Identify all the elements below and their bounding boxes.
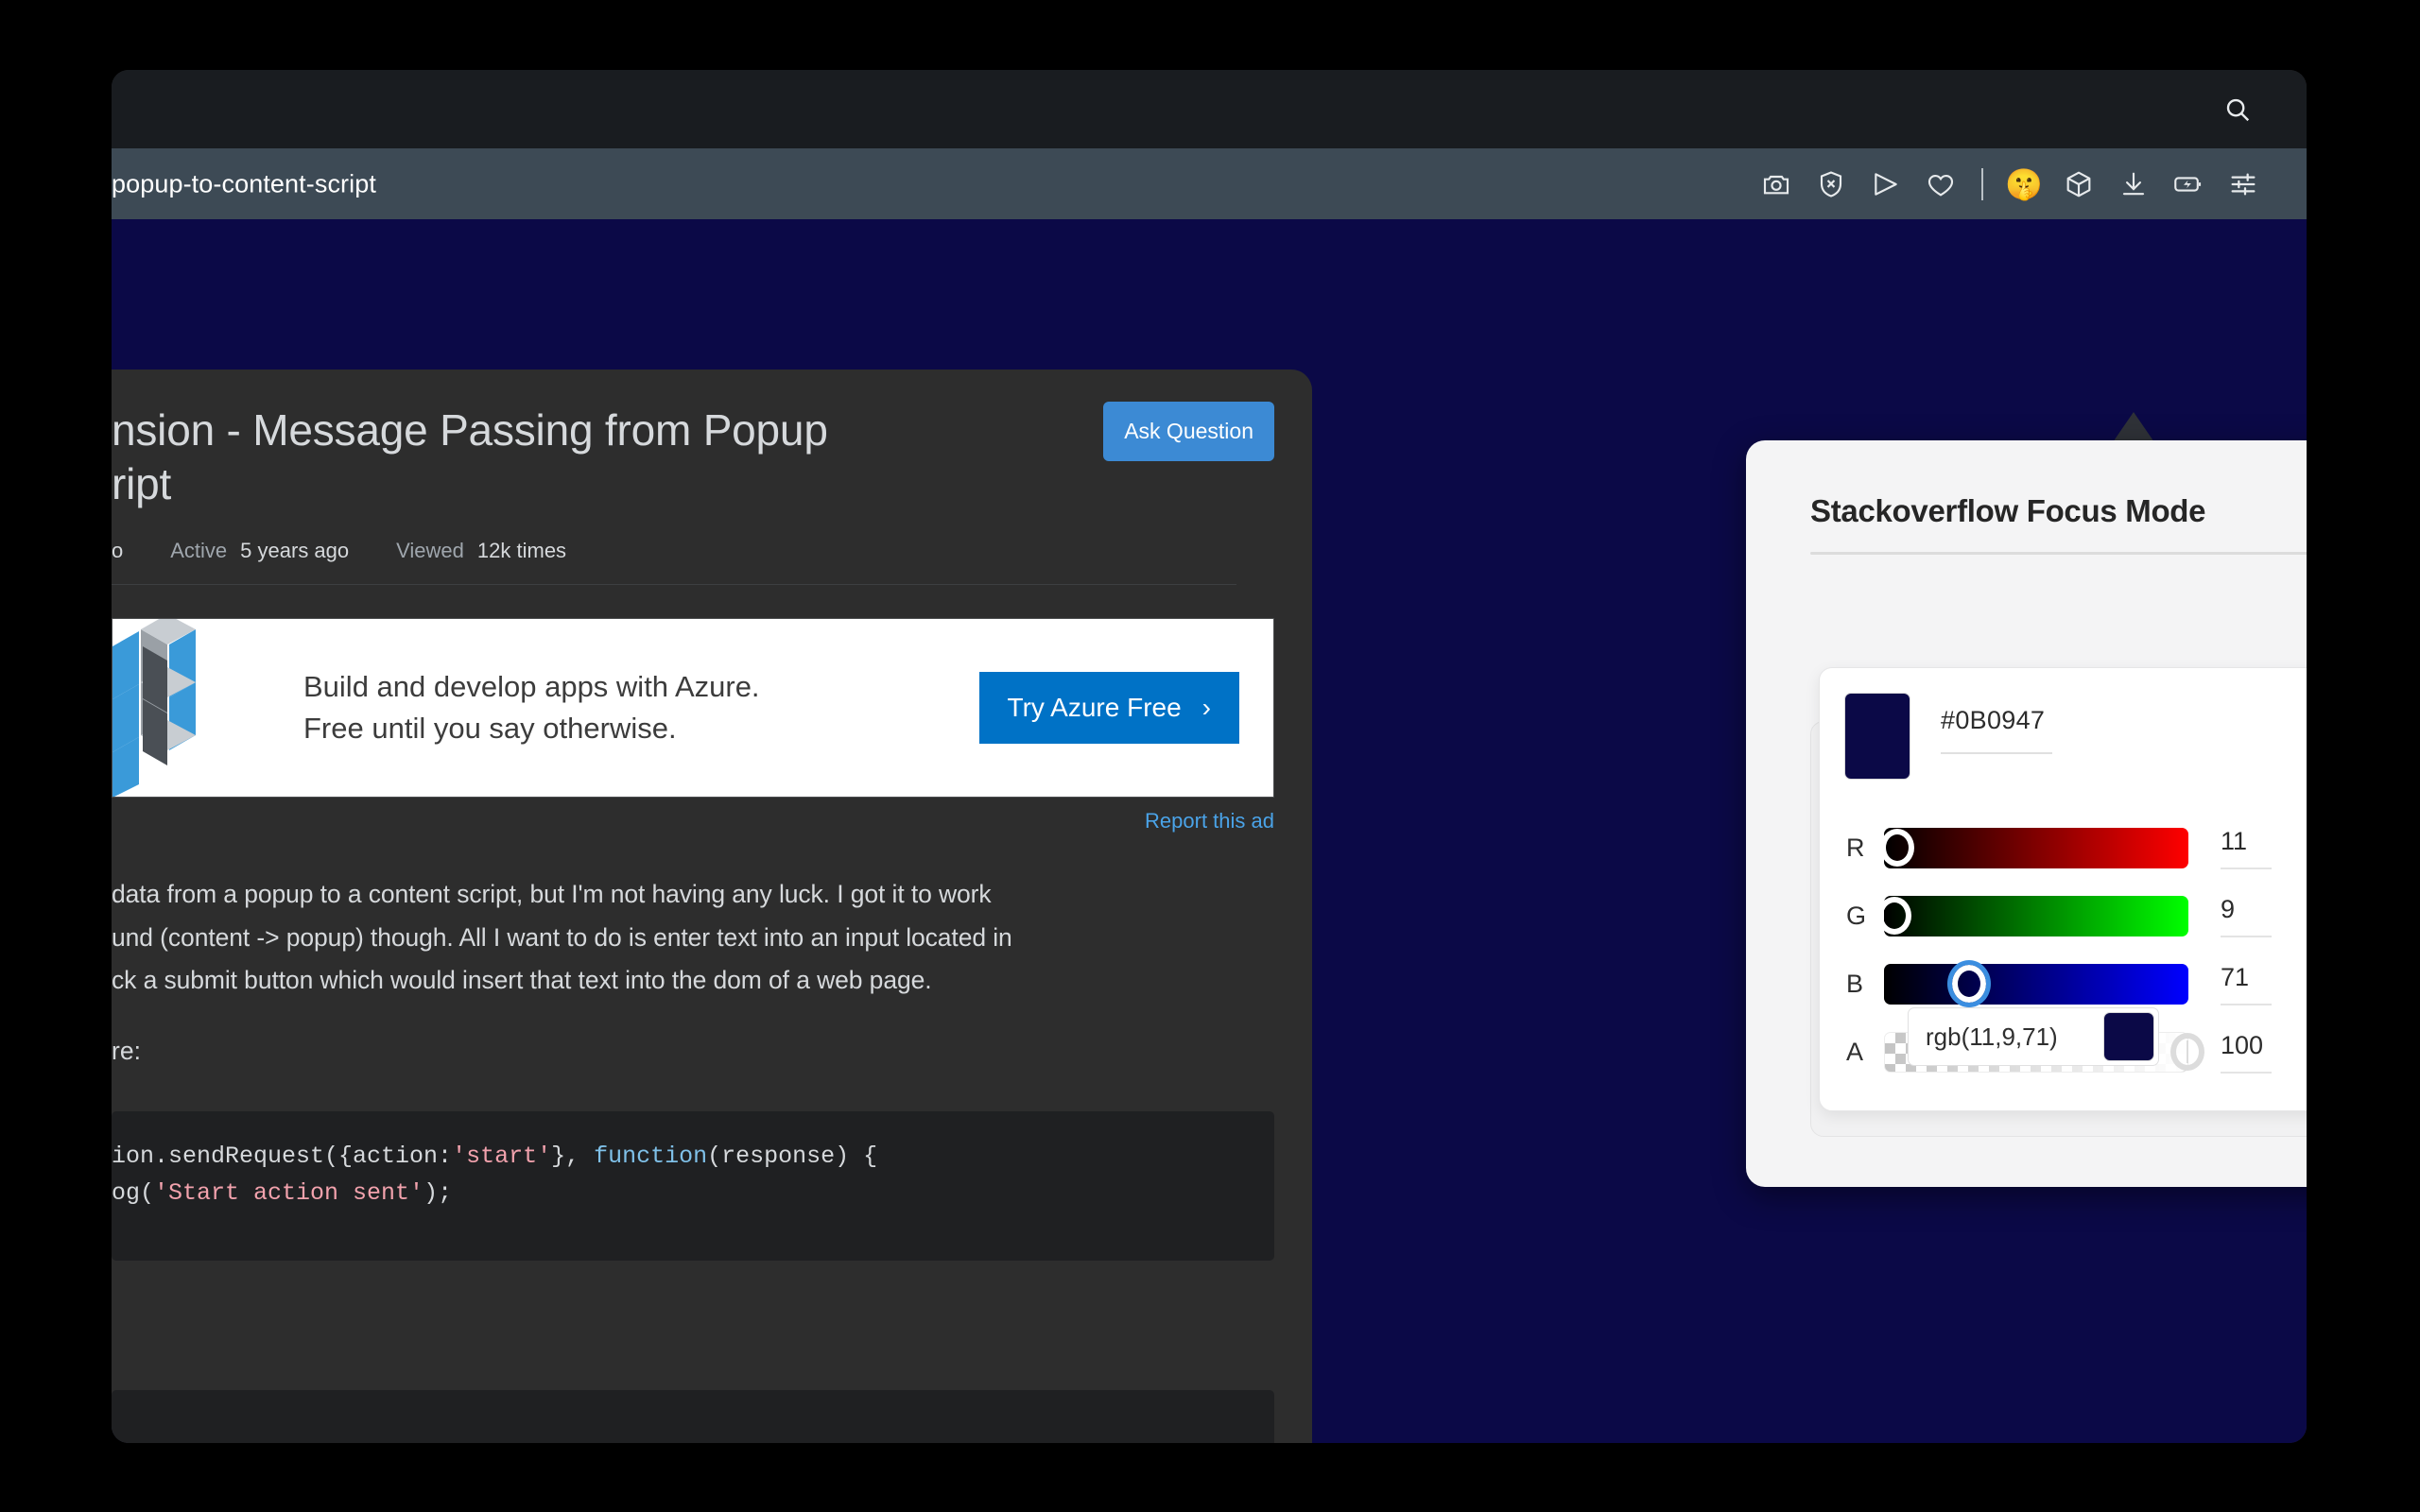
alpha-slider-thumb[interactable] xyxy=(2170,1033,2204,1071)
shushing-face-glyph: 🤫 xyxy=(2005,169,2043,199)
alpha-value-field[interactable]: 100 xyxy=(2221,1031,2272,1074)
code-block: ion.sendRequest({action:'start'}, functi… xyxy=(112,1111,1274,1261)
question-title-line-2: ript xyxy=(112,457,896,511)
blue-slider-thumb[interactable] xyxy=(1952,965,1986,1003)
question-title-line-1: nsion - Message Passing from Popup xyxy=(112,404,896,457)
extension-shushing-face-icon[interactable]: 🤫 xyxy=(1996,163,2051,206)
red-value-underline xyxy=(2221,868,2272,869)
code-text-1: ion.sendRequest({action: xyxy=(112,1143,452,1170)
code-keyword-1: function xyxy=(594,1143,707,1170)
blue-value-underline xyxy=(2221,1004,2272,1005)
code-string-2: 'Start action sent' xyxy=(154,1179,424,1207)
viewed-label: Viewed xyxy=(396,539,464,563)
battery-charging-icon[interactable] xyxy=(2161,163,2216,206)
channel-label-b: B xyxy=(1841,970,1884,999)
page-viewport: nsion - Message Passing from Popup ript … xyxy=(112,219,2307,1443)
green-slider-thumb[interactable] xyxy=(1877,897,1911,935)
question-body: data from a popup to a content script, b… xyxy=(112,873,1274,1003)
code-text-2: }, xyxy=(551,1143,594,1170)
browser-title-bar xyxy=(112,70,2307,148)
question-card: nsion - Message Passing from Popup ript … xyxy=(112,369,1312,1443)
hex-input-underline xyxy=(1941,752,2052,754)
report-this-ad-link[interactable]: Report this ad xyxy=(112,809,1274,833)
toolbar-icon-group: 🤫 xyxy=(1749,163,2271,206)
slider-row-green: G 9 xyxy=(1841,882,2307,950)
toolbar-divider xyxy=(1981,168,1983,200)
active-value: 5 years ago xyxy=(240,539,349,563)
red-slider-track[interactable] xyxy=(1884,828,2188,868)
url-text[interactable]: popup-to-content-script xyxy=(112,169,376,198)
code-block-secondary xyxy=(112,1390,1274,1443)
heart-icon[interactable] xyxy=(1913,163,1968,206)
code-text-5: ); xyxy=(424,1179,452,1207)
asked-value-fragment: o xyxy=(112,539,123,563)
ask-question-button[interactable]: Ask Question xyxy=(1103,402,1274,461)
popup-title-divider xyxy=(1810,552,2307,555)
popup-pointer-arrow xyxy=(2113,412,2154,442)
red-slider-thumb[interactable] xyxy=(1880,829,1914,867)
red-value-field[interactable]: 11 xyxy=(2221,827,2272,869)
extension-popup-panel: Stackoverflow Focus Mode #0B0947 R xyxy=(1746,440,2307,1187)
try-azure-free-button[interactable]: Try Azure Free › xyxy=(979,672,1239,744)
search-icon[interactable] xyxy=(2220,92,2256,128)
download-icon[interactable] xyxy=(2106,163,2161,206)
blue-value-field[interactable]: 71 xyxy=(2221,963,2272,1005)
code-text-4: og( xyxy=(112,1179,154,1207)
code-string-1: 'start' xyxy=(452,1143,551,1170)
chevron-right-icon: › xyxy=(1202,693,1211,723)
slider-row-red: R 11 xyxy=(1841,814,2307,882)
page-title: nsion - Message Passing from Popup ript xyxy=(112,404,896,510)
green-value-text: 9 xyxy=(2221,895,2272,924)
ad-headline-line-2: Free until you say otherwise. xyxy=(303,708,760,749)
browser-toolbar: popup-to-content-script xyxy=(112,148,2307,219)
send-icon[interactable] xyxy=(1858,163,1913,206)
rgb-value-text: rgb(11,9,71) xyxy=(1909,1022,2058,1052)
browser-window: popup-to-content-script xyxy=(112,70,2307,1443)
green-value-field[interactable]: 9 xyxy=(2221,895,2272,937)
active-label: Active xyxy=(170,539,227,563)
question-body-fragment: re: xyxy=(112,1037,1274,1066)
alpha-value-text: 100 xyxy=(2221,1031,2272,1060)
rgb-color-swatch[interactable] xyxy=(2103,1012,2154,1061)
blue-value-text: 71 xyxy=(2221,963,2272,992)
hex-input-field[interactable]: #0B0947 xyxy=(1941,693,2052,754)
viewed-value: 12k times xyxy=(477,539,566,563)
shield-block-icon[interactable] xyxy=(1804,163,1858,206)
question-header: nsion - Message Passing from Popup ript … xyxy=(112,369,1312,585)
blue-slider-track[interactable] xyxy=(1884,964,2188,1005)
ad-headline: Build and develop apps with Azure. Free … xyxy=(303,666,760,749)
question-body-line-2: und (content -> popup) though. All I wan… xyxy=(112,917,1274,960)
question-body-line-1: data from a popup to a content script, b… xyxy=(112,873,1274,917)
channel-label-a: A xyxy=(1841,1038,1884,1067)
azure-ad-banner[interactable]: Build and develop apps with Azure. Free … xyxy=(112,618,1274,798)
header-divider xyxy=(112,584,1236,585)
package-cube-icon[interactable] xyxy=(2051,163,2106,206)
question-meta: o Active 5 years ago Viewed 12k times xyxy=(112,539,1274,563)
settings-sliders-icon[interactable] xyxy=(2216,163,2271,206)
green-slider-track[interactable] xyxy=(1884,896,2188,936)
azure-logo-icon xyxy=(112,618,254,798)
ad-container: Build and develop apps with Azure. Free … xyxy=(112,618,1274,833)
green-value-underline xyxy=(2221,936,2272,937)
camera-icon[interactable] xyxy=(1749,163,1804,206)
hex-value-text: #0B0947 xyxy=(1941,706,2052,735)
popup-title: Stackoverflow Focus Mode xyxy=(1810,493,2307,529)
color-preview-swatch[interactable] xyxy=(1844,693,1910,780)
ad-headline-line-1: Build and develop apps with Azure. xyxy=(303,666,760,708)
rgb-text-field[interactable]: rgb(11,9,71) xyxy=(1908,1007,2159,1066)
alpha-value-underline xyxy=(2221,1072,2272,1074)
code-text-3: (response) { xyxy=(707,1143,877,1170)
try-azure-free-label: Try Azure Free xyxy=(1008,693,1182,723)
red-value-text: 11 xyxy=(2221,827,2272,856)
channel-label-r: R xyxy=(1841,833,1884,863)
question-body-line-3: ck a submit button which would insert th… xyxy=(112,959,1274,1003)
color-picker-outer-panel: #0B0947 R 11 xyxy=(1810,721,2307,1137)
color-swatch-row: #0B0947 xyxy=(1844,693,2052,780)
